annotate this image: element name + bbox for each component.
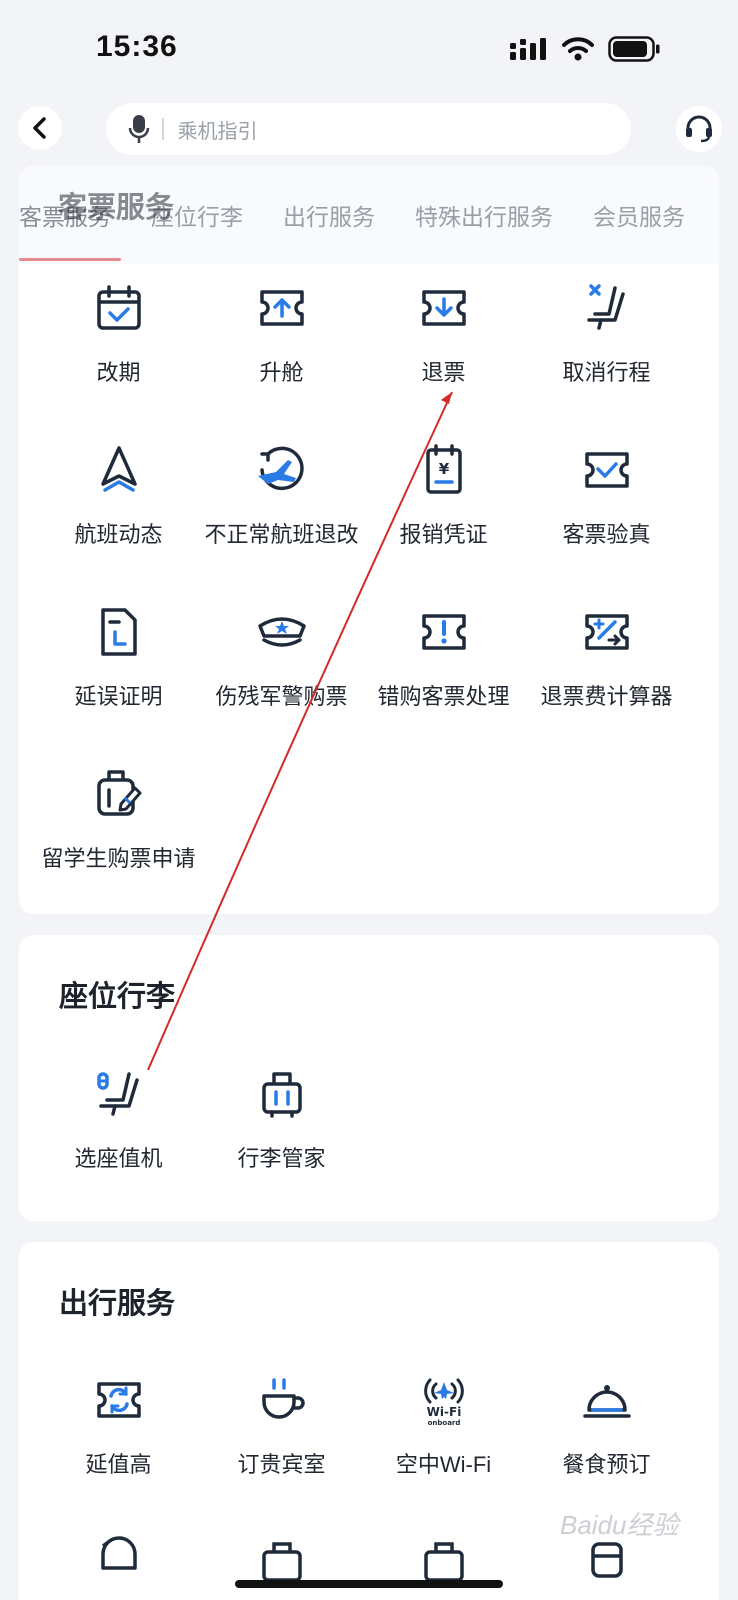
wifi-icon <box>562 37 594 61</box>
service-item-upgrade[interactable]: 升舱 <box>194 280 369 387</box>
status-icons <box>510 36 660 62</box>
search-placeholder: 乘机指引 <box>177 120 258 143</box>
service-label: 报销凭证 <box>399 522 488 547</box>
service-label: 空中Wi-Fi <box>395 1452 492 1477</box>
watermark: Baidu经验 <box>560 1510 679 1540</box>
ticket-verify-icon <box>584 452 629 488</box>
lounge-cup-icon <box>261 1378 305 1419</box>
calendar-check-icon <box>96 285 141 330</box>
receipt-icon: ¥ <box>425 444 462 494</box>
tab-special-travel[interactable]: 特殊出行服务 <box>415 198 553 232</box>
student-luggage-icon <box>96 770 141 816</box>
customer-service-button[interactable] <box>676 106 722 152</box>
service-item-fee-calculator[interactable]: 退票费计算器 <box>519 604 694 711</box>
service-label: 伤残军警购票 <box>215 684 348 709</box>
service-item-ticket-error[interactable]: 错购客票处理 <box>356 604 531 711</box>
battery-icon <box>608 36 660 62</box>
tab-travel-service[interactable]: 出行服务 <box>283 198 375 232</box>
flight-status-icon <box>100 446 137 492</box>
service-item-seat-checkin[interactable]: 选座值机 <box>31 1066 206 1173</box>
tab-member-service[interactable]: 会员服务 <box>593 198 685 232</box>
service-item-flight-status[interactable]: 航班动态 <box>31 442 206 549</box>
service-item-luggage[interactable]: 行李管家 <box>194 1066 369 1173</box>
search-divider <box>162 118 164 140</box>
back-arrow-icon <box>33 117 46 139</box>
cart-icon <box>590 1542 623 1578</box>
ticket-error-icon <box>421 614 466 650</box>
upgrade-ticket-icon <box>96 1382 141 1418</box>
service-item-receipt[interactable]: ¥ 报销凭证 <box>356 442 531 549</box>
svg-text:¥: ¥ <box>438 460 449 478</box>
signal-icon <box>510 38 546 60</box>
svg-text:Wi-Fi: Wi-Fi <box>426 1405 461 1419</box>
headset-icon <box>686 115 712 143</box>
delay-certificate-icon <box>100 608 137 656</box>
service-label: 不正常航班退改 <box>204 522 359 547</box>
service-label: 延误证明 <box>74 684 163 709</box>
service-label: 退票 <box>421 360 466 385</box>
section-title-seat: 座位行李 <box>59 981 176 1013</box>
service-label: 选座值机 <box>74 1146 163 1171</box>
military-police-icon <box>257 617 306 647</box>
service-item-student-ticket[interactable]: 留学生购票申请 <box>31 766 206 873</box>
service-item-lounge[interactable]: 订贵宾室 <box>194 1372 369 1479</box>
service-label: 错购客票处理 <box>377 684 510 709</box>
microphone-icon[interactable] <box>128 114 150 144</box>
service-label: 航班动态 <box>74 522 163 547</box>
back-button[interactable] <box>18 106 62 150</box>
seat-checkin-icon <box>96 1072 139 1116</box>
service-label: 餐食预订 <box>562 1452 651 1477</box>
section-title-ticket: 客票服务 <box>58 192 175 224</box>
service-item-delay-certificate[interactable]: 延误证明 <box>31 604 206 711</box>
service-item-meal[interactable]: 餐食预订 <box>519 1372 694 1479</box>
service-item-military-police[interactable]: 伤残军警购票 <box>194 604 369 711</box>
service-label: 取消行程 <box>562 360 651 385</box>
service-item-wifi[interactable]: Wi-Fi onboard 空中Wi-Fi <box>356 1372 531 1479</box>
tab-active-indicator <box>19 258 121 261</box>
seat-cancel-icon <box>586 284 625 330</box>
service-item-partial-1[interactable] <box>31 1534 206 1600</box>
service-label: 延值高 <box>85 1452 152 1477</box>
svg-text:onboard: onboard <box>427 1419 460 1427</box>
service-label: 客票验真 <box>562 522 651 547</box>
service-label: 改期 <box>96 360 141 385</box>
ticket-refund-icon <box>421 290 466 326</box>
search-bar[interactable]: 乘机指引 <box>106 103 631 155</box>
irregular-flight-icon <box>257 446 304 491</box>
section-title-travel: 出行服务 <box>59 1288 176 1320</box>
service-item-ticket-verify[interactable]: 客票验真 <box>519 442 694 549</box>
service-item-partial-3[interactable] <box>356 1534 531 1600</box>
ticket-upgrade-icon <box>259 290 304 326</box>
service-label: 升舱 <box>259 360 304 385</box>
service-item-partial-4[interactable] <box>519 1534 694 1600</box>
service-label: 退票费计算器 <box>540 684 673 709</box>
status-bar: 15:36 <box>0 0 738 100</box>
service-label: 留学生购票申请 <box>41 846 196 871</box>
service-item-irregular-flight[interactable]: 不正常航班退改 <box>194 442 369 549</box>
luggage-icon <box>261 1072 302 1118</box>
service-item-partial-2[interactable] <box>194 1534 369 1600</box>
status-time: 15:36 <box>96 30 178 63</box>
service-item-refund[interactable]: 退票 <box>356 280 531 387</box>
meal-cloche-icon <box>582 1385 631 1418</box>
service-label: 行李管家 <box>237 1146 326 1171</box>
service-item-reschedule[interactable]: 改期 <box>31 280 206 387</box>
wifi-onboard-icon: Wi-Fi onboard <box>423 1378 464 1427</box>
bell-icon <box>100 1536 137 1570</box>
service-item-upgrade-value[interactable]: 延值高 <box>31 1372 206 1479</box>
home-indicator <box>235 1580 503 1588</box>
service-label: 订贵宾室 <box>237 1452 326 1477</box>
fee-calculator-icon <box>584 614 629 650</box>
service-item-cancel-trip[interactable]: 取消行程 <box>519 280 694 387</box>
